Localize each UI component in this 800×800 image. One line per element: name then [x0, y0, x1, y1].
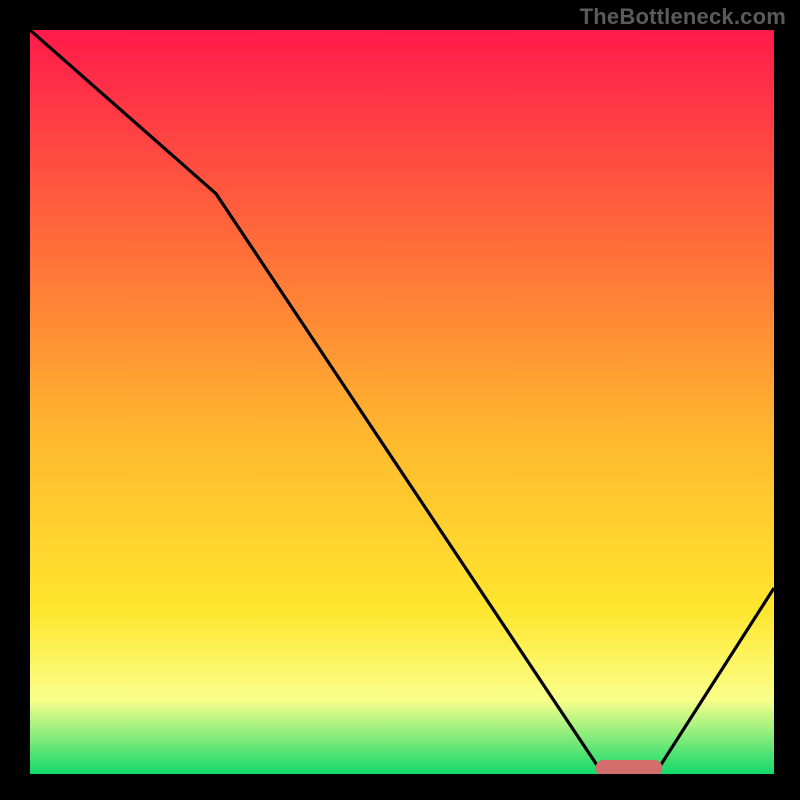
chart-container: TheBottleneck.com	[0, 0, 800, 800]
optimal-range-marker	[595, 760, 662, 774]
gradient-background	[30, 30, 774, 774]
plot-area	[30, 30, 774, 774]
bottleneck-chart	[30, 30, 774, 774]
attribution-label: TheBottleneck.com	[580, 4, 786, 30]
